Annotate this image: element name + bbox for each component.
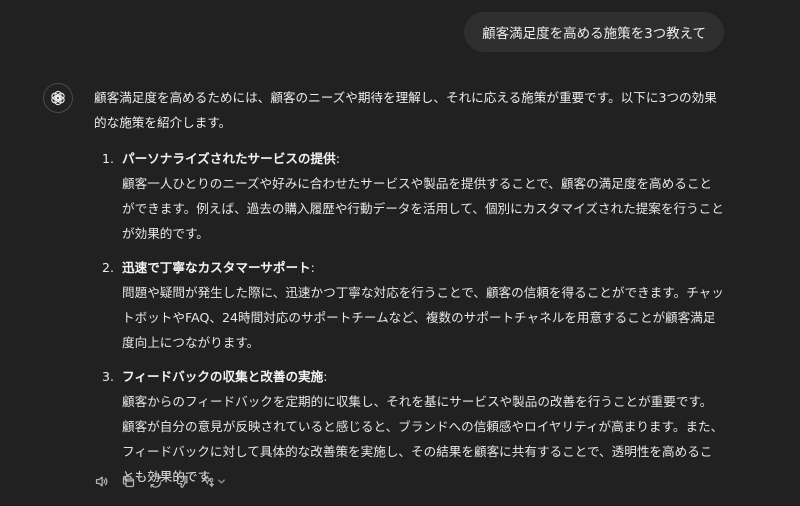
list-item-title: 迅速で丁寧なカスタマーサポート: [122, 260, 311, 275]
list-item-description: 問題や疑問が発生した際に、迅速かつ丁寧な対応を行うことで、顧客の信頼を得ることが…: [122, 285, 724, 350]
answer-intro: 顧客満足度を高めるためには、顧客のニーズや期待を理解し、それに応える施策が重要で…: [94, 90, 717, 130]
regenerate-button[interactable]: [147, 473, 164, 490]
list-item: 2. 迅速で丁寧なカスタマーサポート: 問題や疑問が発生した際に、迅速かつ丁寧な…: [94, 255, 724, 355]
speaker-icon: [95, 476, 108, 486]
chevron-down-icon: [218, 478, 225, 484]
list-item-colon: :: [323, 369, 328, 384]
list-item-number: 3.: [102, 369, 115, 384]
assistant-avatar: [43, 83, 73, 113]
list-item-number: 1.: [102, 151, 115, 166]
openai-logo-icon: [51, 90, 65, 106]
copy-button[interactable]: [120, 473, 137, 490]
list-item-title: フィードバックの収集と改善の実施: [122, 369, 324, 384]
switch-model-button[interactable]: [201, 474, 226, 489]
message-actions: [93, 471, 226, 491]
bad-response-button[interactable]: [174, 473, 191, 490]
list-item-number: 2.: [102, 260, 115, 275]
measures-list: 1. パーソナライズされたサービスの提供: 顧客一人ひとりのニーズや好みに合わせ…: [94, 146, 724, 489]
copy-icon: [122, 475, 135, 487]
regenerate-icon: [149, 474, 162, 488]
read-aloud-button[interactable]: [93, 473, 110, 490]
list-item-title: パーソナライズされたサービスの提供: [122, 151, 336, 166]
sparkle-icon: [202, 474, 215, 487]
assistant-answer: 顧客満足度を高めるためには、顧客のニーズや期待を理解し、それに応える施策が重要で…: [94, 85, 724, 489]
thumbs-down-icon: [176, 475, 188, 488]
list-item-colon: :: [310, 260, 315, 275]
user-message-bubble: 顧客満足度を高める施策を3つ教えて: [464, 12, 724, 52]
list-item-description: 顧客一人ひとりのニーズや好みに合わせたサービスや製品を提供することで、顧客の満足…: [122, 176, 724, 241]
user-message-text: 顧客満足度を高める施策を3つ教えて: [482, 26, 706, 42]
list-item: 1. パーソナライズされたサービスの提供: 顧客一人ひとりのニーズや好みに合わせ…: [94, 146, 724, 246]
list-item-colon: :: [335, 151, 340, 166]
